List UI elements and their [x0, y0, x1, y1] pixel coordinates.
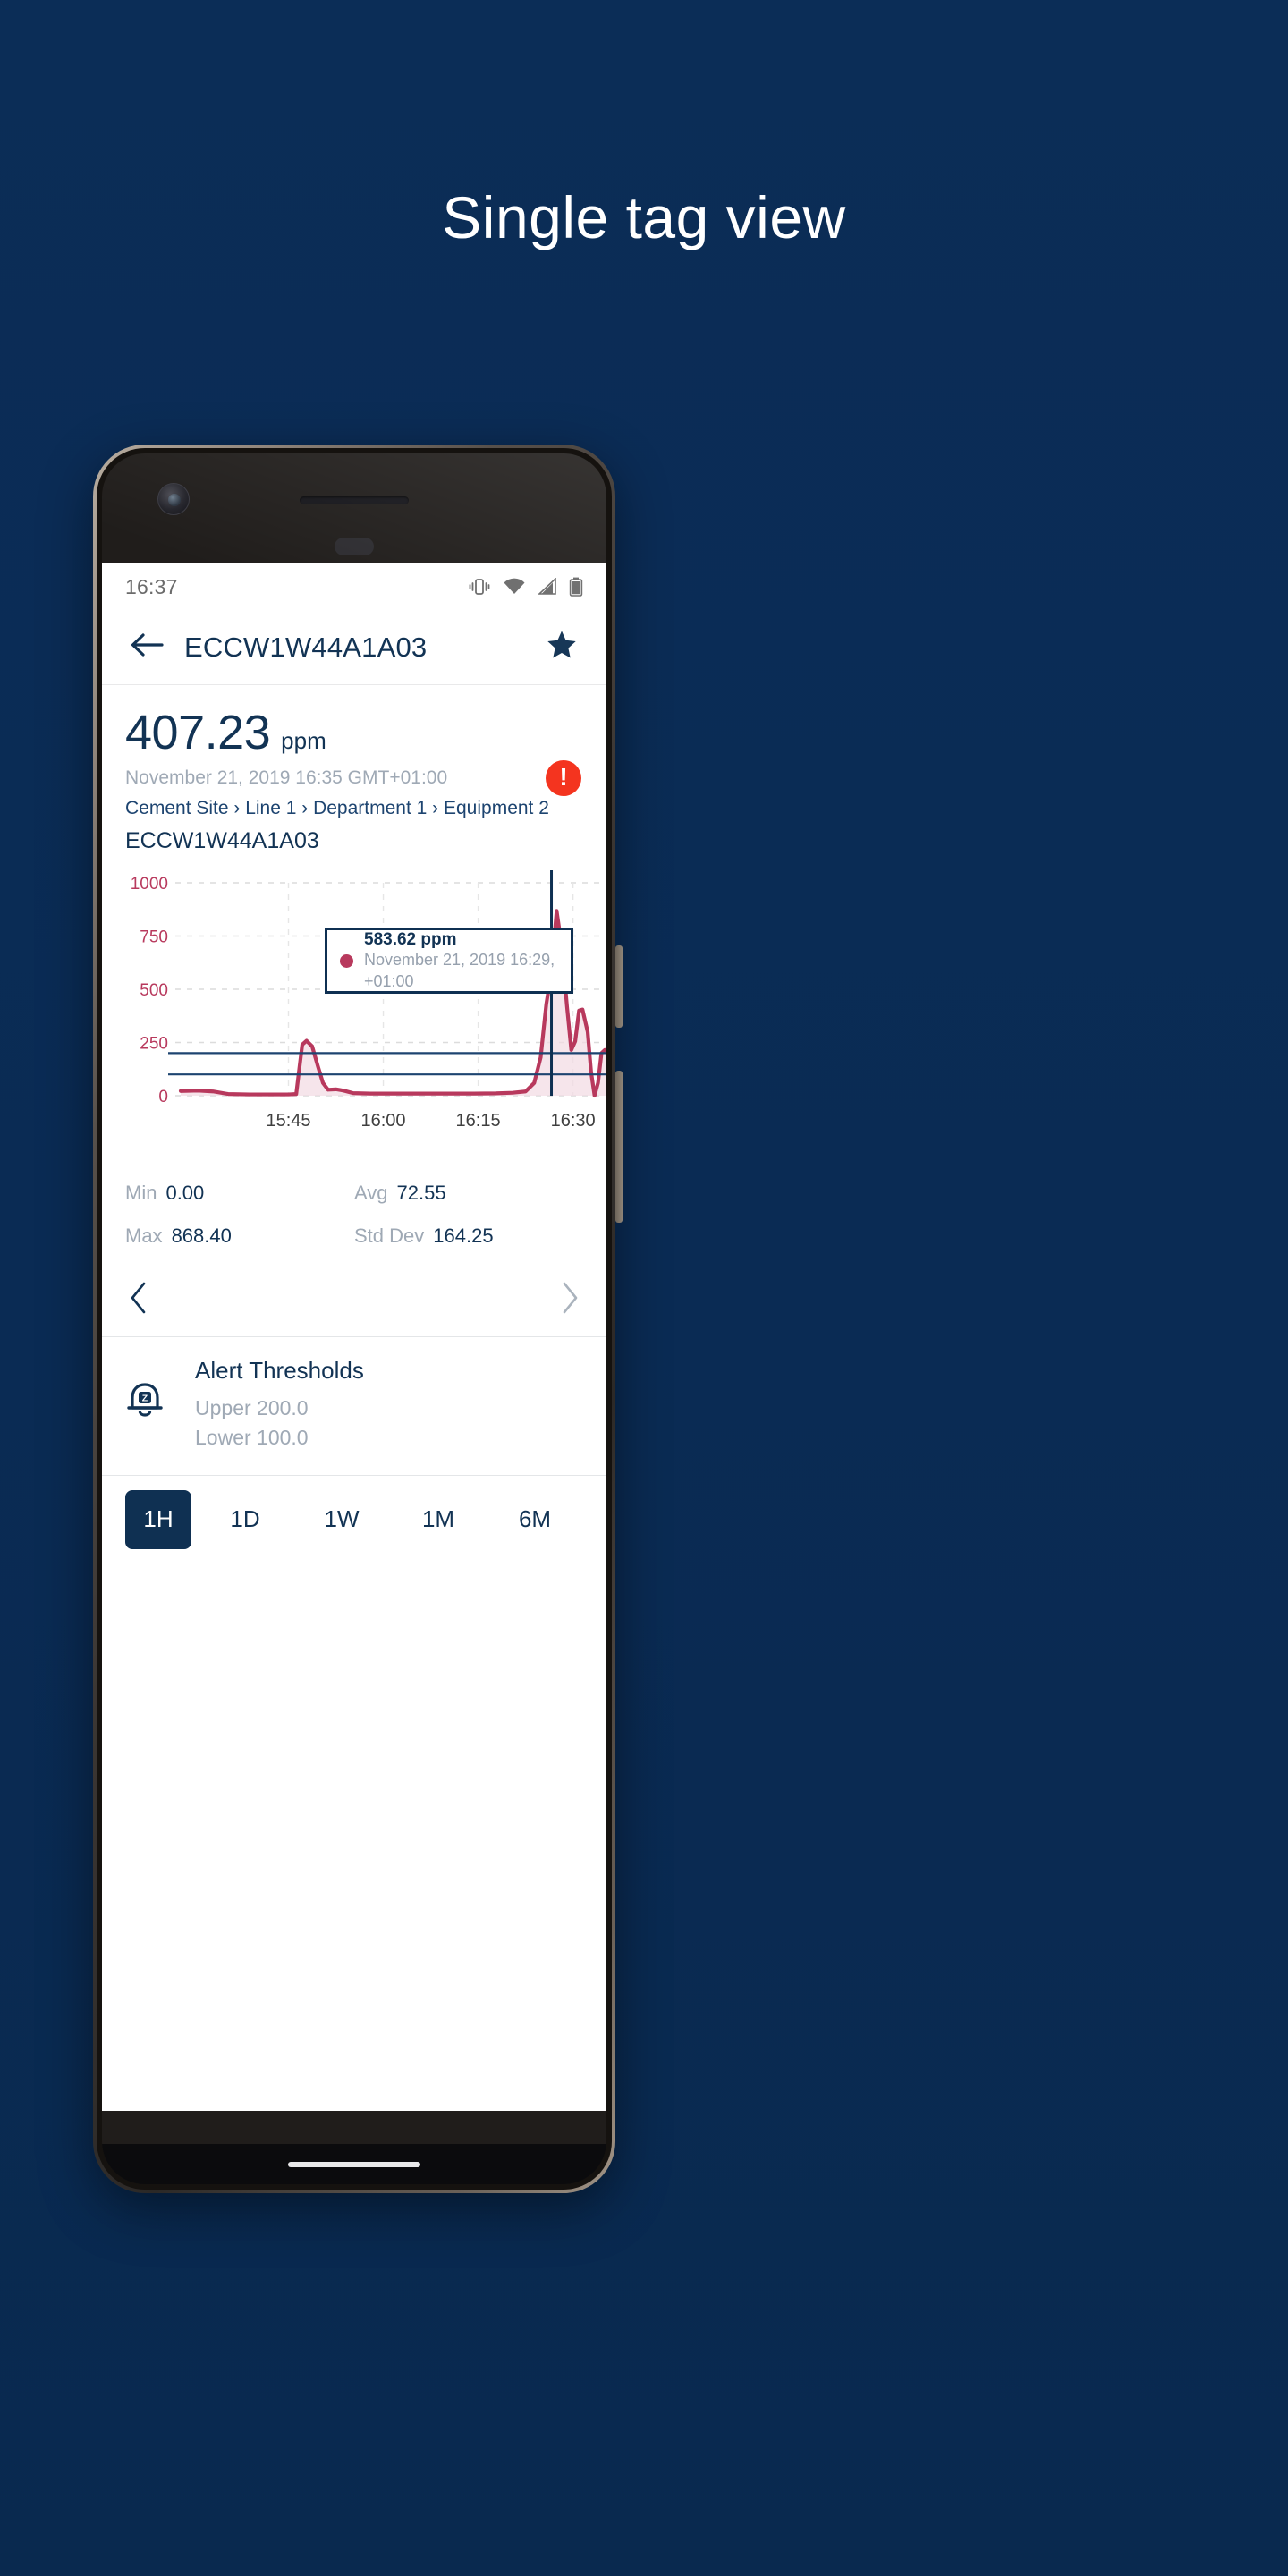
svg-text:250: 250	[140, 1035, 168, 1054]
breadcrumb[interactable]: Cement Site › Line 1 › Department 1 › Eq…	[102, 789, 606, 819]
stat-avg-value: 72.55	[396, 1182, 446, 1204]
tooltip-timestamp: November 21, 2019 16:29, +01:00	[364, 951, 555, 990]
reading-timestamp: November 21, 2019 16:35 GMT+01:00	[125, 767, 448, 788]
timeseries-chart[interactable]: 0 250 500 750 1000 15:45 16:00 16:15 16:30 583.6…	[102, 870, 606, 1158]
stat-std-label: Std Dev	[354, 1224, 425, 1247]
threshold-lower: Lower 100.0	[195, 1426, 309, 1450]
range-tab-6m[interactable]: 6M	[487, 1495, 583, 1544]
status-bar: 16:37	[102, 564, 606, 610]
chart-pager	[102, 1267, 606, 1337]
svg-text:0: 0	[158, 1088, 168, 1106]
poster-root: Single tag view 16:37 ECCW1W44A1A03 407.…	[0, 0, 1288, 2576]
svg-text:Z: Z	[142, 1394, 148, 1404]
star-filled-icon	[546, 630, 578, 665]
stat-avg: Avg 72.55	[354, 1182, 583, 1205]
svg-text:16:00: 16:00	[361, 1111, 406, 1131]
status-bar-clock: 16:37	[125, 574, 178, 598]
range-tab-1d[interactable]: 1D	[197, 1495, 293, 1544]
home-gesture-pill[interactable]	[288, 2161, 420, 2167]
stat-std-value: 164.25	[433, 1224, 494, 1247]
favorite-button[interactable]	[538, 624, 585, 671]
chevron-left-icon[interactable]	[129, 1282, 148, 1318]
range-tab-1m[interactable]: 1M	[390, 1495, 487, 1544]
stat-max-value: 868.40	[171, 1224, 232, 1247]
battery-icon	[569, 577, 583, 597]
power-button[interactable]	[615, 945, 623, 1028]
stat-avg-label: Avg	[354, 1182, 388, 1204]
range-tab-1w[interactable]: 1W	[293, 1495, 390, 1544]
status-bar-icons	[468, 577, 583, 597]
stat-std-dev: Std Dev 164.25	[354, 1224, 583, 1248]
chart-canvas: 0 250 500 750 1000 15:45 16:00 16:15 16:30	[131, 870, 606, 1131]
vibrate-icon	[468, 577, 491, 597]
stat-min: Min 0.00	[125, 1182, 354, 1205]
reading-unit: ppm	[281, 727, 326, 754]
chart-tooltip: 583.62 ppm November 21, 2019 16:29, +01:…	[325, 928, 573, 994]
svg-text:750: 750	[140, 928, 168, 947]
statistics-panel: Min 0.00 Avg 72.55 Max 868.40 Std Dev 16…	[102, 1158, 606, 1248]
front-camera-icon	[157, 483, 190, 515]
tooltip-value: 583.62 ppm	[364, 929, 457, 949]
app-bar: ECCW1W44A1A03	[102, 610, 606, 685]
proximity-sensor	[335, 538, 374, 555]
current-reading: 407.23 ppm	[102, 685, 606, 760]
bell-snooze-icon: Z	[125, 1380, 165, 1428]
alert-badge-label: !	[559, 763, 568, 791]
poster-headline: Single tag view	[442, 184, 846, 250]
threshold-upper: Upper 200.0	[195, 1396, 309, 1419]
svg-text:16:30: 16:30	[551, 1111, 596, 1131]
svg-text:500: 500	[140, 981, 168, 1000]
svg-text:15:45: 15:45	[266, 1111, 310, 1131]
earpiece-speaker	[300, 496, 409, 504]
phone-device-frame: 16:37 ECCW1W44A1A03 407.23 ppm ! Novembe…	[93, 445, 623, 2193]
range-tab-1h[interactable]: 1H	[125, 1489, 191, 1549]
android-navigation-bar	[102, 2144, 606, 2184]
stats-row-1: Min 0.00 Avg 72.55	[125, 1182, 583, 1205]
page-title: ECCW1W44A1A03	[184, 631, 428, 663]
volume-button[interactable]	[615, 1071, 623, 1223]
chevron-right-icon[interactable]	[560, 1282, 580, 1318]
reading-value: 407.23	[125, 706, 271, 759]
stat-max-label: Max	[125, 1224, 163, 1247]
tag-name-label: ECCW1W44A1A03	[125, 828, 319, 853]
svg-text:16:15: 16:15	[456, 1111, 501, 1131]
phone-screen: 16:37 ECCW1W44A1A03 407.23 ppm ! Novembe…	[102, 564, 606, 2111]
stat-max: Max 868.40	[125, 1224, 354, 1248]
stat-min-value: 0.00	[165, 1182, 205, 1204]
stats-row-2: Max 868.40 Std Dev 164.25	[125, 1224, 583, 1248]
time-range-tabs: 1H 1D 1W 1M 6M	[102, 1476, 606, 1565]
tag-detail-content: 407.23 ppm ! November 21, 2019 16:35 GMT…	[102, 685, 606, 1565]
back-arrow-icon	[130, 631, 164, 663]
alert-thresholds-section[interactable]: Z Alert Thresholds Upper 200.0 Lower 100…	[102, 1337, 606, 1476]
thresholds-title: Alert Thresholds	[195, 1357, 364, 1384]
wifi-icon	[503, 578, 526, 596]
back-button[interactable]	[123, 624, 170, 671]
signal-icon	[538, 578, 557, 596]
alert-status-badge[interactable]: !	[546, 760, 581, 796]
svg-text:1000: 1000	[131, 875, 168, 894]
stat-min-label: Min	[125, 1182, 157, 1204]
tooltip-series-dot	[340, 953, 353, 968]
